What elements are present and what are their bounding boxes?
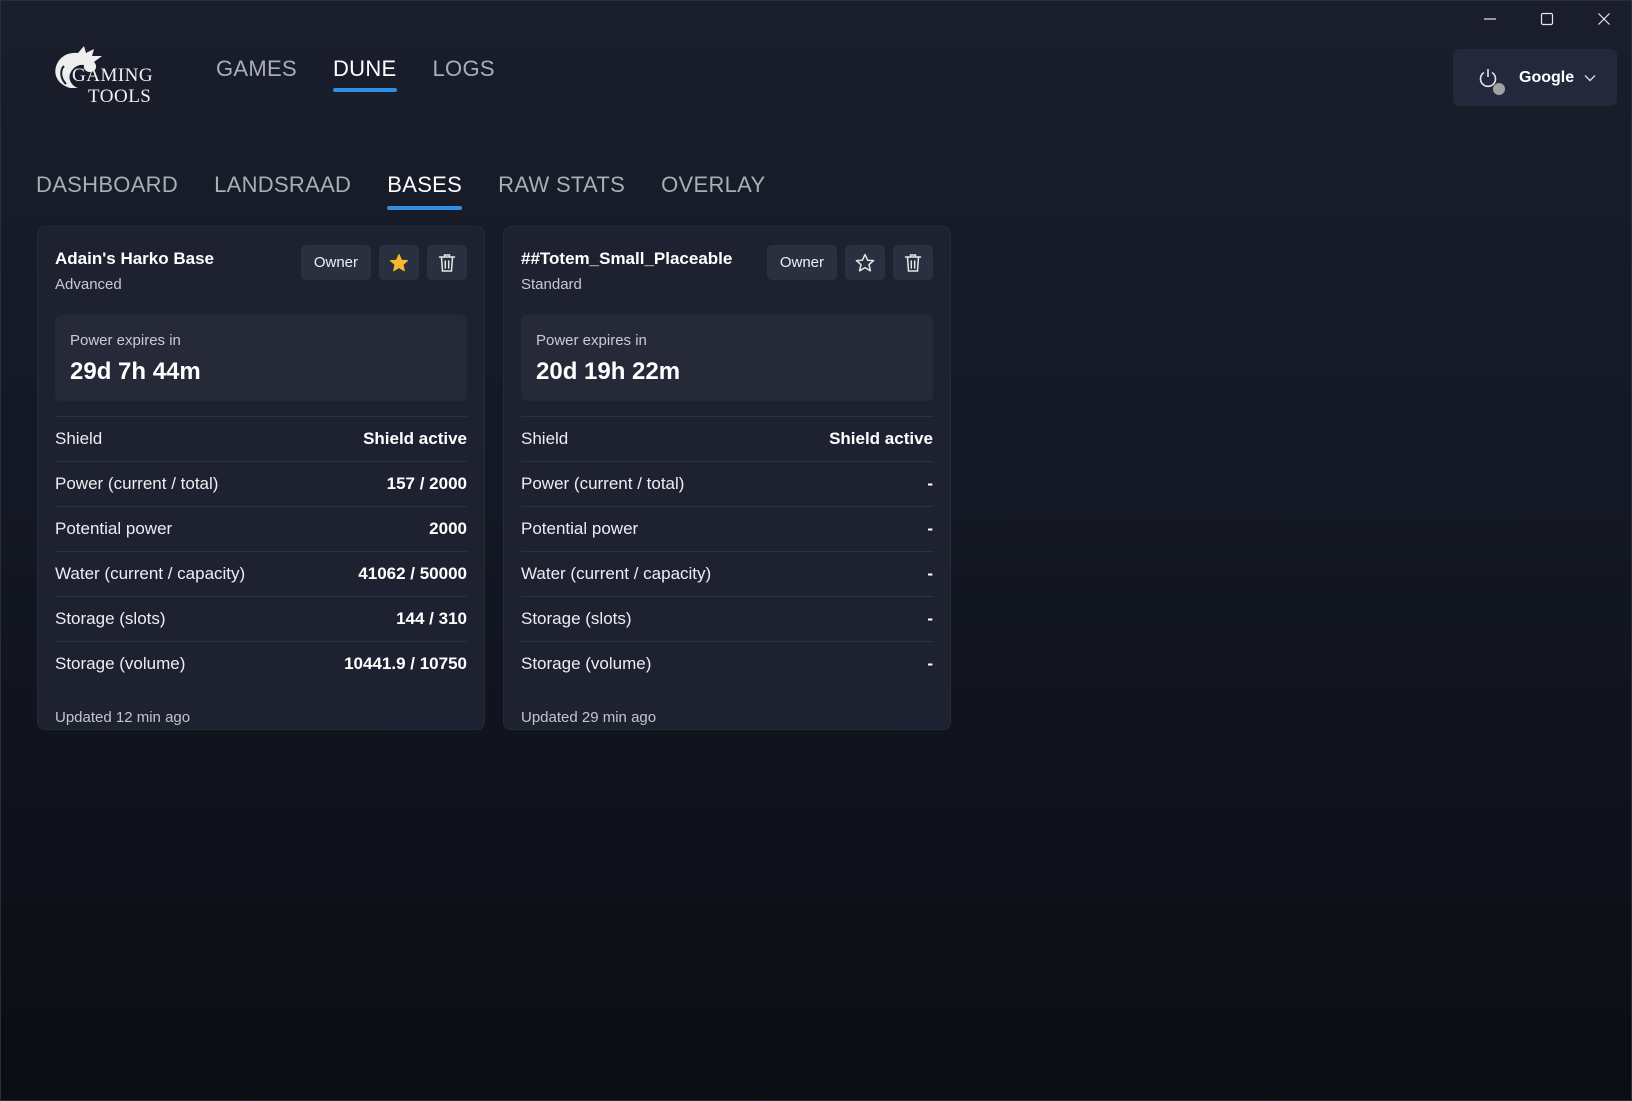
- stat-row: Shield Shield active: [521, 416, 933, 461]
- power-expires-label: Power expires in: [536, 332, 647, 349]
- stat-row: Potential power -: [521, 506, 933, 551]
- power-status: [1477, 67, 1505, 95]
- stat-label: Power (current / total): [55, 474, 219, 493]
- delete-button[interactable]: [427, 245, 467, 280]
- stat-row: Storage (slots) 144 / 310: [55, 596, 467, 641]
- stat-value: 2000: [429, 519, 467, 538]
- power-expiry-panel: Power expires in 29d 7h 44m: [55, 315, 467, 401]
- trash-icon: [438, 253, 456, 272]
- stat-row: Storage (slots) -: [521, 596, 933, 641]
- stat-value: -: [927, 564, 933, 583]
- stat-value: -: [927, 654, 933, 673]
- stat-label: Storage (slots): [55, 609, 166, 628]
- stat-label: Potential power: [55, 519, 173, 538]
- stat-label: Storage (slots): [521, 609, 632, 628]
- stat-row: Power (current / total) -: [521, 461, 933, 506]
- base-cards: Adain's Harko Base Advanced Owner Power …: [37, 226, 951, 730]
- card-title-block: Adain's Harko Base Advanced: [55, 245, 214, 293]
- stat-label: Shield: [521, 429, 569, 448]
- stat-label: Water (current / capacity): [55, 564, 246, 583]
- base-card: Adain's Harko Base Advanced Owner Power …: [37, 226, 485, 730]
- base-name: Adain's Harko Base: [55, 249, 214, 268]
- card-header: Adain's Harko Base Advanced Owner: [55, 245, 467, 309]
- maximize-button[interactable]: [1518, 0, 1575, 38]
- tab-overlay[interactable]: OVERLAY: [661, 172, 765, 210]
- card-title-block: ##Totem_Small_Placeable Standard: [521, 245, 732, 293]
- app-logo: GAMING TOOLS: [50, 44, 160, 110]
- account-selector[interactable]: Google: [1453, 49, 1617, 106]
- window-controls: [1461, 0, 1632, 38]
- favorite-button[interactable]: [379, 245, 419, 280]
- updated-timestamp: Updated 12 min ago: [55, 709, 191, 726]
- minimize-icon: [1483, 18, 1496, 20]
- stat-label: Potential power: [521, 519, 639, 538]
- card-actions: Owner: [300, 245, 467, 280]
- power-expiry-panel: Power expires in 20d 19h 22m: [521, 315, 933, 401]
- stat-row: Storage (volume) -: [521, 641, 933, 686]
- power-expires-value: 20d 19h 22m: [536, 358, 681, 385]
- power-expires-label: Power expires in: [70, 332, 181, 349]
- base-tier: Advanced: [55, 276, 122, 293]
- favorite-button[interactable]: [845, 245, 885, 280]
- star-outline-icon: [855, 253, 875, 272]
- maximize-icon: [1540, 12, 1553, 26]
- sub-nav: DASHBOARD LANDSRAAD BASES RAW STATS OVER…: [36, 172, 766, 210]
- stat-row: Water (current / capacity) 41062 / 50000: [55, 551, 467, 596]
- stat-row: Potential power 2000: [55, 506, 467, 551]
- tab-bases[interactable]: BASES: [387, 172, 463, 210]
- nav-games[interactable]: GAMES: [216, 56, 297, 92]
- stat-label: Storage (volume): [55, 654, 186, 673]
- stat-value: 41062 / 50000: [358, 564, 467, 583]
- stat-row: Shield Shield active: [55, 416, 467, 461]
- stat-label: Power (current / total): [521, 474, 685, 493]
- stat-label: Water (current / capacity): [521, 564, 712, 583]
- logo-text-line1: GAMING: [72, 65, 154, 86]
- nav-dune[interactable]: DUNE: [332, 56, 397, 92]
- base-card: ##Totem_Small_Placeable Standard Owner P…: [503, 226, 951, 730]
- top-nav: GAMES DUNE LOGS: [216, 56, 495, 92]
- stat-value: -: [927, 474, 933, 493]
- nav-logs[interactable]: LOGS: [433, 56, 495, 92]
- stat-value: Shield active: [363, 429, 467, 448]
- star-filled-icon: [389, 253, 409, 271]
- owner-badge: Owner: [766, 245, 837, 280]
- stat-row: Storage (volume) 10441.9 / 10750: [55, 641, 467, 686]
- minimize-button[interactable]: [1461, 0, 1518, 38]
- owner-badge: Owner: [300, 245, 371, 280]
- stat-label: Storage (volume): [521, 654, 652, 673]
- chevron-down-icon: [1584, 69, 1596, 87]
- stat-label: Shield: [55, 429, 103, 448]
- stats-list: Shield Shield active Power (current / tot…: [521, 416, 933, 686]
- stat-value: 10441.9 / 10750: [344, 654, 467, 673]
- card-header: ##Totem_Small_Placeable Standard Owner: [521, 245, 933, 309]
- updated-timestamp: Updated 29 min ago: [521, 709, 657, 726]
- logo-text-line2: TOOLS: [88, 86, 152, 107]
- tab-landsraad[interactable]: LANDSRAAD: [214, 172, 351, 210]
- stat-row: Power (current / total) 157 / 2000: [55, 461, 467, 506]
- card-actions: Owner: [766, 245, 933, 280]
- stat-value: -: [927, 609, 933, 628]
- base-tier: Standard: [521, 276, 582, 293]
- close-button[interactable]: [1575, 0, 1632, 38]
- account-name: Google: [1519, 68, 1575, 86]
- tab-dashboard[interactable]: DASHBOARD: [36, 172, 178, 210]
- stat-value: 157 / 2000: [386, 474, 467, 493]
- stat-value: -: [927, 519, 933, 538]
- stat-row: Water (current / capacity) -: [521, 551, 933, 596]
- trash-icon: [904, 253, 922, 272]
- stat-value: Shield active: [829, 429, 933, 448]
- stats-list: Shield Shield active Power (current / tot…: [55, 416, 467, 686]
- power-expires-value: 29d 7h 44m: [70, 358, 201, 385]
- stat-value: 144 / 310: [396, 609, 467, 628]
- delete-button[interactable]: [893, 245, 933, 280]
- status-dot: [1493, 82, 1505, 95]
- tab-raw-stats[interactable]: RAW STATS: [498, 172, 625, 210]
- base-name: ##Totem_Small_Placeable: [521, 249, 733, 268]
- close-icon: [1597, 13, 1610, 25]
